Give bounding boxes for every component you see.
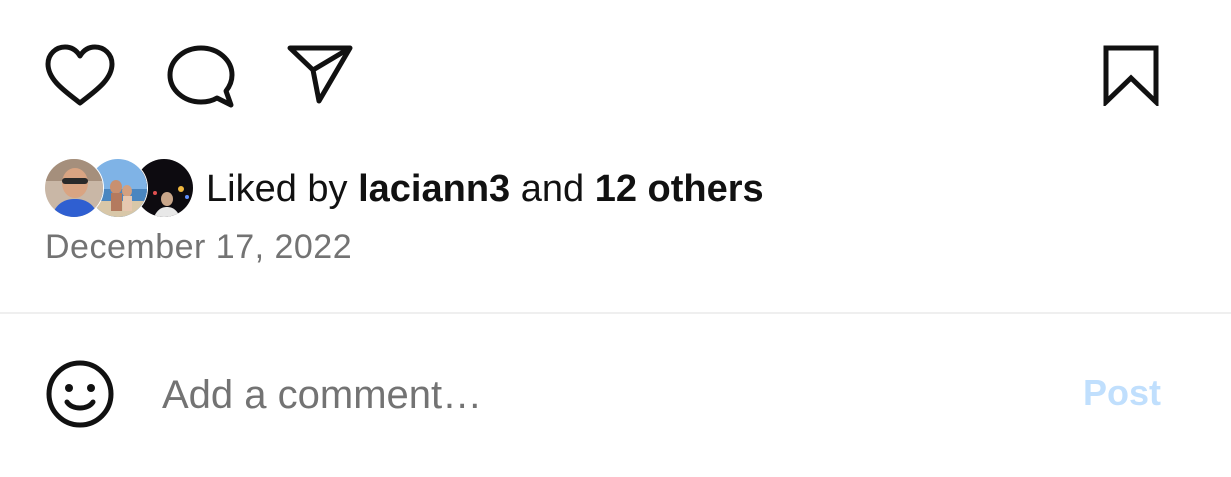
comment-bubble-icon[interactable] bbox=[165, 44, 237, 110]
liked-by-prefix: Liked by bbox=[206, 168, 359, 210]
comment-input[interactable] bbox=[162, 364, 1042, 426]
others-count-link[interactable]: 12 others bbox=[595, 168, 764, 210]
comment-row: Post bbox=[0, 314, 1231, 477]
smiley-icon[interactable] bbox=[44, 358, 116, 430]
post-button[interactable]: Post bbox=[1083, 372, 1161, 414]
liked-by-conjunction: and bbox=[510, 168, 595, 210]
likes-row: Liked by laciann3 and 12 others bbox=[44, 158, 764, 220]
liker-avatars bbox=[44, 158, 196, 220]
liked-by-text: Liked by laciann3 and 12 others bbox=[206, 158, 764, 220]
liker-username-link[interactable]: laciann3 bbox=[358, 168, 510, 210]
post-date[interactable]: December 17, 2022 bbox=[45, 228, 352, 267]
action-bar bbox=[0, 0, 1231, 150]
post-footer: Liked by laciann3 and 12 others December… bbox=[0, 0, 1231, 477]
heart-icon[interactable] bbox=[44, 44, 116, 108]
avatar[interactable] bbox=[44, 158, 104, 218]
paper-plane-icon[interactable] bbox=[286, 42, 356, 106]
bookmark-icon[interactable] bbox=[1102, 44, 1160, 106]
